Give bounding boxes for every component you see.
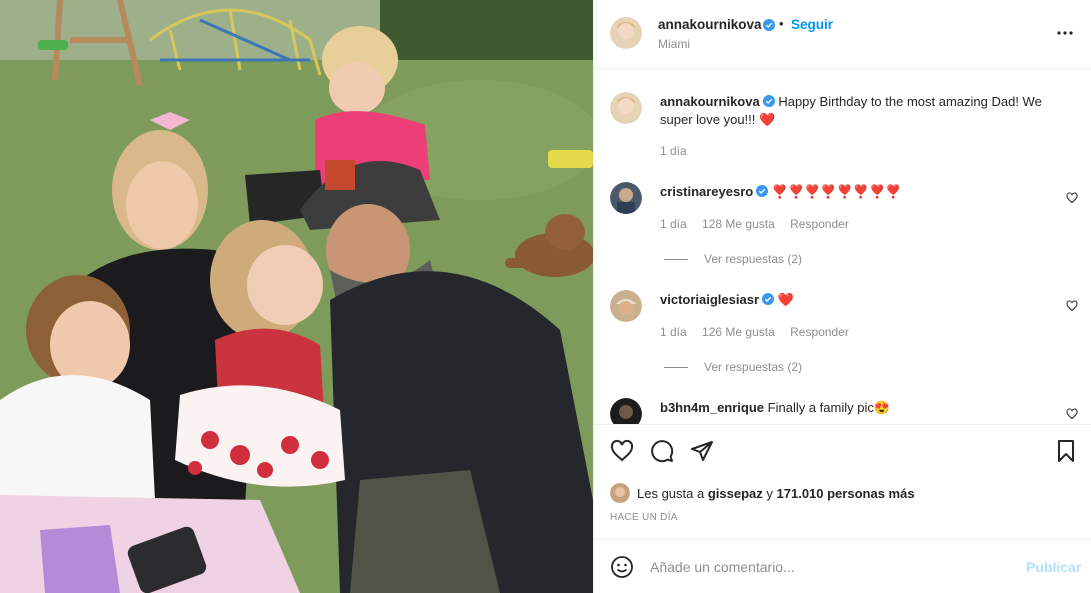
comment-like-count[interactable]: 128 Me gusta [702,217,775,231]
caption-heart-emoji: ❤️ [759,112,776,127]
comment-text: victoriaiglesiasr ❤️ [660,291,1060,309]
likes-prefix: Les gusta a [637,485,705,501]
post-side-panel: annakournikova • Seguir Miami annakourni… [593,0,1091,593]
save-bookmark-icon[interactable] [1054,439,1078,463]
emoji-smiley-icon[interactable] [610,555,634,579]
reply-button[interactable]: Responder [790,325,849,339]
comments-list[interactable]: annakournikova Happy Birthday to the mos… [594,70,1091,424]
comment-like-count[interactable]: 126 Me gusta [702,325,775,339]
post-header: annakournikova • Seguir Miami [594,0,1091,69]
comment-bubble-icon[interactable] [650,439,674,463]
comment-time[interactable]: 1 día [660,325,687,339]
publish-button[interactable]: Publicar [1026,559,1081,575]
commenter-avatar[interactable] [610,182,642,214]
caption-username[interactable]: annakournikova [660,94,760,109]
comment-time[interactable]: 1 día [660,217,687,231]
verified-badge-icon [762,95,775,107]
replies-divider-line [664,259,688,261]
verified-badge-icon [763,19,775,31]
view-replies-label: Ver respuestas (2) [704,252,803,266]
comment-text: cristinareyesro ❣️❣️❣️❣️❣️❣️❣️❣️ [660,183,1060,201]
post-location[interactable]: Miami [658,37,690,51]
comment-text: b3hn4m_enrique Finally a family pic😍 [660,399,1060,417]
like-comment-heart-icon[interactable] [1066,300,1078,312]
verified-badge-icon [756,185,769,197]
reply-button[interactable]: Responder [790,217,849,231]
like-comment-heart-icon[interactable] [1066,192,1078,204]
liker-username[interactable]: gissepaz [708,486,763,501]
header-separator: • [779,16,784,31]
view-replies-label: Ver respuestas (2) [704,360,803,374]
comment-body: Finally a family pic😍 [767,400,891,415]
more-options-icon[interactable] [1056,26,1074,40]
author-avatar[interactable] [610,17,642,49]
share-paper-plane-icon[interactable] [690,439,714,463]
post-actions-bar [594,424,1091,476]
comment-username[interactable]: victoriaiglesiasr [660,292,759,307]
liker-avatar[interactable] [610,483,630,503]
post-timestamp[interactable]: HACE UN DÍA [610,512,678,523]
comment-body: ❤️ [777,292,794,307]
like-heart-icon[interactable] [610,439,634,463]
comment-username[interactable]: b3hn4m_enrique [660,400,764,415]
like-comment-heart-icon[interactable] [1066,408,1078,420]
view-replies-button[interactable]: Ver respuestas (2) [664,252,802,266]
comment-username[interactable]: cristinareyesro [660,184,753,199]
likes-count-link[interactable]: 171.010 personas más [777,486,915,501]
comment-meta: 1 día 126 Me gusta Responder [660,325,861,339]
caption-time[interactable]: 1 día [660,144,687,158]
caption-text: annakournikova Happy Birthday to the mos… [660,93,1060,129]
replies-divider-line [664,367,688,369]
author-username[interactable]: annakournikova [658,17,762,32]
commenter-avatar[interactable] [610,290,642,322]
caption-avatar[interactable] [610,92,642,124]
comment-meta: 1 día 128 Me gusta Responder [660,217,861,231]
likes-summary: Les gusta a gissepaz y 171.010 personas … [610,483,915,503]
view-replies-button[interactable]: Ver respuestas (2) [664,360,802,374]
comment-input[interactable] [650,554,1010,580]
caption-meta: 1 día [660,144,699,158]
likes-joiner: y [766,485,773,501]
follow-button[interactable]: Seguir [791,17,833,32]
comment-body: ❣️❣️❣️❣️❣️❣️❣️❣️ [771,184,902,199]
add-comment-bar: Publicar [594,539,1091,593]
family-photo-image [0,0,593,593]
verified-badge-icon [762,293,774,305]
commenter-avatar[interactable] [610,398,642,424]
post-photo[interactable] [0,0,593,593]
